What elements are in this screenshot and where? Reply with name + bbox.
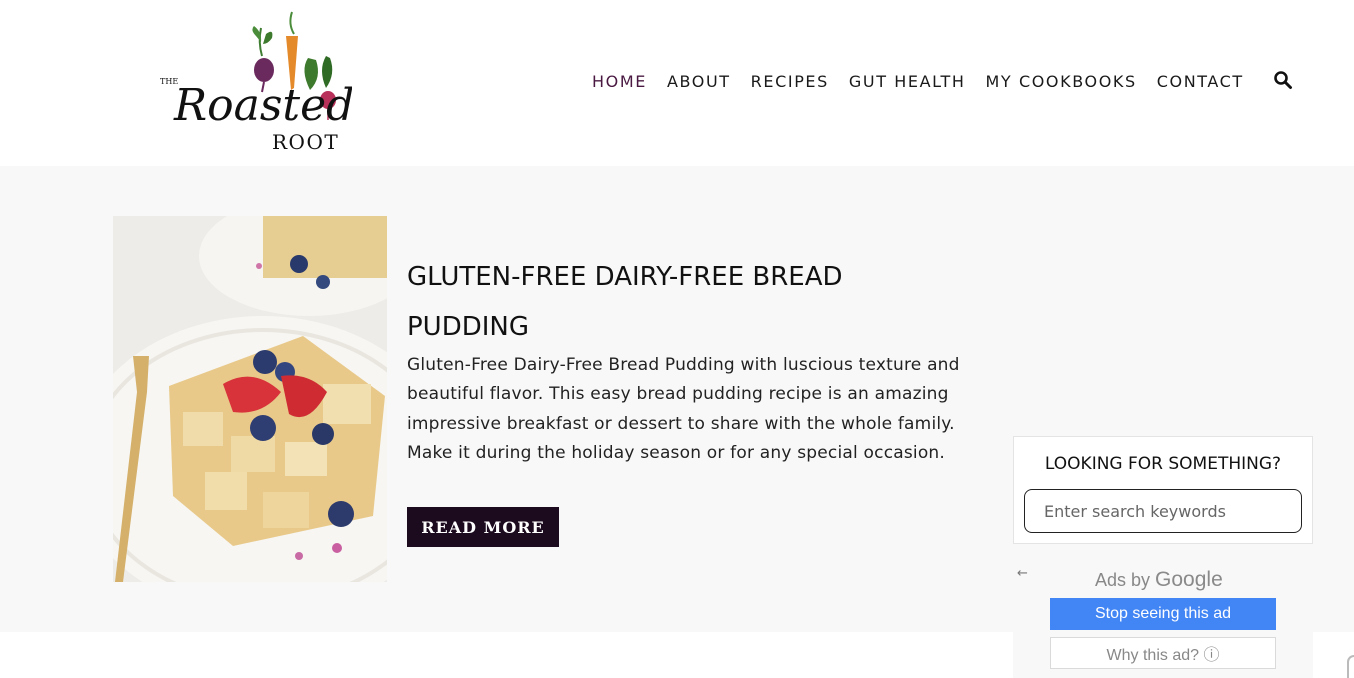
google-text: Google: [1155, 568, 1223, 591]
nav-contact[interactable]: CONTACT: [1157, 72, 1244, 91]
nav-gut-health[interactable]: GUT HEALTH: [849, 72, 966, 91]
nav-my-cookbooks[interactable]: MY COOKBOOKS: [985, 72, 1136, 91]
why-this-ad-button[interactable]: Why this ad? ⓘ: [1050, 637, 1276, 669]
post-excerpt: Gluten-Free Dairy-Free Bread Pudding wit…: [407, 355, 960, 464]
post-featured-image[interactable]: [113, 216, 387, 582]
search-widget: LOOKING FOR SOMETHING?: [1013, 436, 1313, 544]
widget-title: LOOKING FOR SOMETHING?: [1044, 454, 1282, 474]
ad-feedback-panel: ← Ads by Google Stop seeing this ad Why …: [1013, 558, 1313, 678]
roasted-root-logo: THE Roasted ROOT: [160, 11, 352, 154]
read-more-button[interactable]: READ MORE: [407, 507, 559, 547]
post-title[interactable]: GLUTEN-FREE DAIRY-FREE BREAD PUDDING: [407, 252, 967, 352]
logo-script-text: Roasted: [173, 80, 352, 131]
logo-caps-text: ROOT: [272, 130, 339, 154]
site-header: THE Roasted ROOT HOME ABOUT RECIPES GUT …: [0, 0, 1354, 166]
bread-pudding-photo: [113, 216, 387, 582]
nav-home[interactable]: HOME: [592, 72, 647, 91]
ads-by-google-label: Ads by Google: [1095, 568, 1223, 592]
search-icon[interactable]: [1273, 70, 1293, 90]
ads-by-text: Ads by: [1095, 570, 1151, 590]
main-nav: HOME ABOUT RECIPES GUT HEALTH MY COOKBOO…: [592, 70, 1264, 92]
search-input[interactable]: [1024, 489, 1302, 533]
nav-recipes[interactable]: RECIPES: [751, 72, 829, 91]
stop-seeing-ad-button[interactable]: Stop seeing this ad: [1050, 598, 1276, 630]
scroll-corner: [1347, 655, 1354, 678]
arrow-left-icon[interactable]: ←: [1017, 566, 1028, 581]
nav-about[interactable]: ABOUT: [667, 72, 731, 91]
site-logo[interactable]: THE Roasted ROOT: [158, 8, 352, 156]
